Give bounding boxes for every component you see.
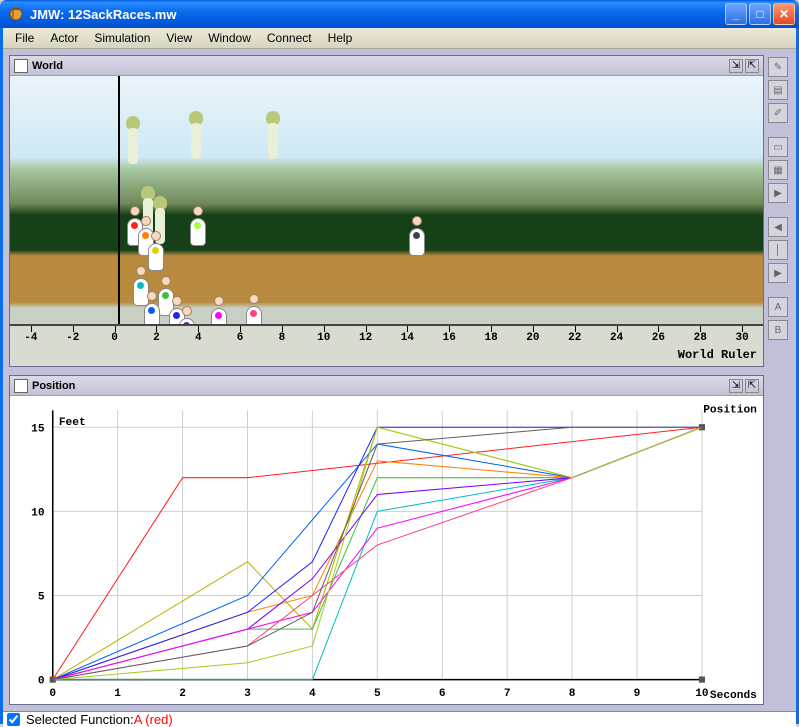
tool-B-button[interactable]: B <box>768 320 788 340</box>
panel-max-button[interactable]: ⇱ <box>745 379 759 393</box>
tool-grid-button[interactable]: ▦ <box>768 160 788 180</box>
ruler-tick-label: 24 <box>610 332 623 344</box>
maximize-button[interactable]: □ <box>749 3 771 25</box>
x-tick-label: 5 <box>374 688 381 700</box>
selected-function-checkbox[interactable] <box>7 713 20 726</box>
world-origin-line <box>118 76 120 324</box>
menu-simulation[interactable]: Simulation <box>86 28 158 48</box>
world-canvas[interactable]: -4-2024681012141618202224262830 World Ru… <box>10 76 763 366</box>
panel-icon <box>14 379 28 393</box>
ruler-tick-label: -2 <box>66 332 79 344</box>
actor-snowman[interactable] <box>407 216 427 256</box>
menu-view[interactable]: View <box>158 28 200 48</box>
ruler-tick-label: 18 <box>484 332 497 344</box>
ruler-tick-label: 4 <box>195 332 202 344</box>
ruler-tick-label: 14 <box>401 332 414 344</box>
actor-snowman[interactable] <box>146 231 166 271</box>
tool-play-button[interactable]: ▶ <box>768 183 788 203</box>
panel-iconify-button[interactable]: ⇲ <box>729 59 743 73</box>
y-tick-label: 5 <box>38 592 45 604</box>
actor-snowman[interactable] <box>188 206 208 246</box>
actor-frog[interactable] <box>188 111 204 161</box>
ruler-tick-label: 0 <box>111 332 118 344</box>
x-tick-label: 9 <box>634 688 641 700</box>
x-tick-label: 2 <box>179 688 186 700</box>
x-tick-label: 6 <box>439 688 446 700</box>
close-button[interactable]: ✕ <box>773 3 795 25</box>
tool-line-button[interactable]: │ <box>768 240 788 260</box>
panel-max-button[interactable]: ⇱ <box>745 59 759 73</box>
x-tick-label: 1 <box>114 688 121 700</box>
minimize-button[interactable]: _ <box>725 3 747 25</box>
menu-window[interactable]: Window <box>200 28 259 48</box>
window-title: JMW: 12SackRaces.mw <box>28 7 725 22</box>
menu-connect[interactable]: Connect <box>259 28 320 48</box>
ruler-tick-label: 26 <box>652 332 665 344</box>
position-panel-title: Position <box>32 380 727 392</box>
x-tick-label: 4 <box>309 688 316 700</box>
tool-A-button[interactable]: A <box>768 297 788 317</box>
x-tick-label: 8 <box>569 688 576 700</box>
menu-file[interactable]: File <box>7 28 42 48</box>
panel-iconify-button[interactable]: ⇲ <box>729 379 743 393</box>
chart-endpoint <box>699 677 705 683</box>
x-tick-label: 7 <box>504 688 511 700</box>
x-tick-label: 3 <box>244 688 251 700</box>
position-panel-header[interactable]: Position ⇲ ⇱ <box>10 376 763 396</box>
menubar: File Actor Simulation View Window Connec… <box>3 28 796 49</box>
titlebar: JMW: 12SackRaces.mw _ □ ✕ <box>0 0 799 28</box>
ruler-tick-label: 12 <box>359 332 372 344</box>
world-panel-title: World <box>32 60 727 72</box>
app-icon <box>8 6 24 22</box>
ruler-tick-label: 16 <box>443 332 456 344</box>
menu-actor[interactable]: Actor <box>42 28 86 48</box>
ruler-tick-label: 28 <box>694 332 707 344</box>
actor-frog[interactable] <box>265 111 281 161</box>
world-panel: World ⇲ ⇱ -4-202468101214161820222426283… <box>9 55 764 367</box>
ruler-tick-label: 20 <box>526 332 539 344</box>
selected-function-value: A (red) <box>134 712 173 727</box>
y-axis-label: Feet <box>59 417 86 429</box>
actor-frog[interactable] <box>125 116 141 166</box>
position-chart[interactable]: 0 1 2 3 4 5 6 7 8 9 10 0 5 10 15 Feet Seconds Position <box>10 396 763 704</box>
tool-edit-button[interactable]: ✎ <box>768 57 788 77</box>
y-tick-label: 0 <box>38 676 45 688</box>
tool-left-button[interactable]: ◀ <box>768 217 788 237</box>
panel-icon <box>14 59 28 73</box>
status-bar: Selected Function: A (red) <box>3 711 796 727</box>
selected-function-label: Selected Function: <box>26 712 134 727</box>
world-ruler: -4-2024681012141618202224262830 World Ru… <box>10 324 763 366</box>
tool-pencil-button[interactable]: ✐ <box>768 103 788 123</box>
ruler-tick-label: 2 <box>153 332 160 344</box>
position-panel: Position ⇲ ⇱ 0 1 2 3 4 5 6 7 8 9 10 0 5 10 15 Feet Secon… <box>9 375 764 705</box>
world-ruler-label: World Ruler <box>678 348 757 362</box>
x-axis-label: Seconds <box>710 690 757 702</box>
tool-chart-button[interactable]: ▤ <box>768 80 788 100</box>
ruler-tick-label: 6 <box>237 332 244 344</box>
chart-corner-label: Position <box>703 404 757 416</box>
y-tick-label: 10 <box>31 507 45 519</box>
tool-right-button[interactable]: ▶ <box>768 263 788 283</box>
x-tick-label: 10 <box>695 688 709 700</box>
world-panel-header[interactable]: World ⇲ ⇱ <box>10 56 763 76</box>
ruler-tick-label: 8 <box>279 332 286 344</box>
menu-help[interactable]: Help <box>320 28 361 48</box>
x-tick-label: 0 <box>49 688 56 700</box>
ruler-tick-label: 22 <box>568 332 581 344</box>
tool-doc-button[interactable]: ▭ <box>768 137 788 157</box>
side-toolbar: ✎ ▤ ✐ ▭ ▦ ▶ ◀ │ ▶ AB <box>768 55 790 705</box>
ruler-tick-label: -4 <box>24 332 37 344</box>
ruler-tick-label: 30 <box>735 332 748 344</box>
y-tick-label: 15 <box>31 423 45 435</box>
ruler-tick-label: 10 <box>317 332 330 344</box>
